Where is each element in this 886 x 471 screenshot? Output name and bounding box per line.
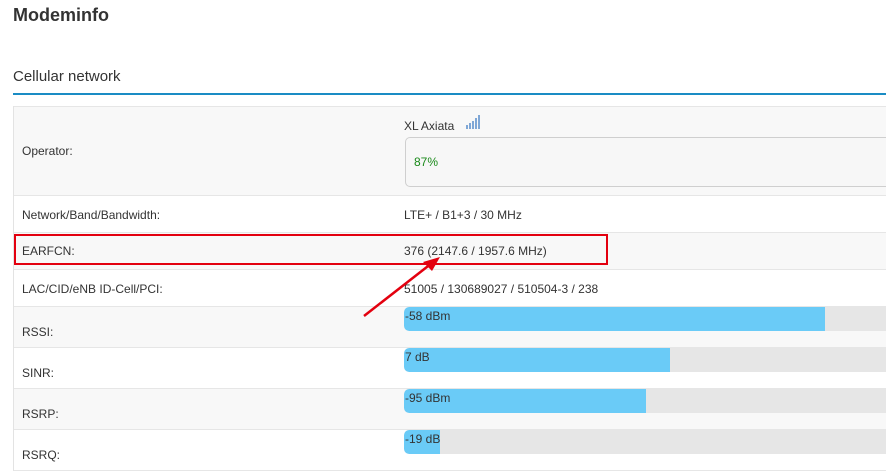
lac-row: LAC/CID/eNB ID-Cell/PCI: 51005 / 1306890… <box>14 270 886 307</box>
rsrq-row: RSRQ: -19 dB <box>14 430 886 471</box>
rssi-value: -58 dBm <box>405 309 451 323</box>
rsrq-value: -19 dB <box>405 432 441 446</box>
rsrp-row: RSRP: -95 dBm <box>14 389 886 430</box>
sinr-meter-fill <box>404 348 671 372</box>
signal-bars-icon <box>466 115 482 129</box>
rsrp-value: -95 dBm <box>405 391 451 405</box>
rsrq-meter: -19 dB <box>404 430 886 454</box>
modem-info-table: Operator: XL Axiata 87% Network/Band/Ban… <box>13 106 886 471</box>
signal-percent: 87% <box>414 155 439 169</box>
lac-value: 51005 / 130689027 / 510504-3 / 238 <box>404 282 599 296</box>
sinr-row: SINR: 7 dB <box>14 348 886 389</box>
operator-row: Operator: XL Axiata 87% <box>14 106 886 196</box>
rssi-meter: -58 dBm <box>404 307 886 331</box>
sinr-meter: 7 dB <box>404 348 886 372</box>
section-title: Cellular network <box>13 68 121 85</box>
rsrp-meter: -95 dBm <box>404 389 886 413</box>
rssi-meter-fill <box>404 307 826 331</box>
section-divider <box>13 93 886 95</box>
sinr-value: 7 dB <box>405 350 430 364</box>
operator-name: XL Axiata <box>404 119 455 133</box>
sinr-label: SINR: <box>22 366 55 380</box>
page-title: Modeminfo <box>13 5 109 25</box>
rsrq-label: RSRQ: <box>22 448 61 462</box>
lac-label: LAC/CID/eNB ID-Cell/PCI: <box>22 282 163 296</box>
rsrp-label: RSRP: <box>22 407 59 421</box>
rssi-row: RSSI: -58 dBm <box>14 307 886 348</box>
earfcn-highlight-box <box>14 234 608 265</box>
network-value: LTE+ / B1+3 / 30 MHz <box>404 208 522 222</box>
signal-strength-box: 87% <box>405 137 886 187</box>
rssi-label: RSSI: <box>22 325 54 339</box>
network-row: Network/Band/Bandwidth: LTE+ / B1+3 / 30… <box>14 196 886 233</box>
network-label: Network/Band/Bandwidth: <box>22 208 161 222</box>
operator-label: Operator: <box>22 144 73 158</box>
